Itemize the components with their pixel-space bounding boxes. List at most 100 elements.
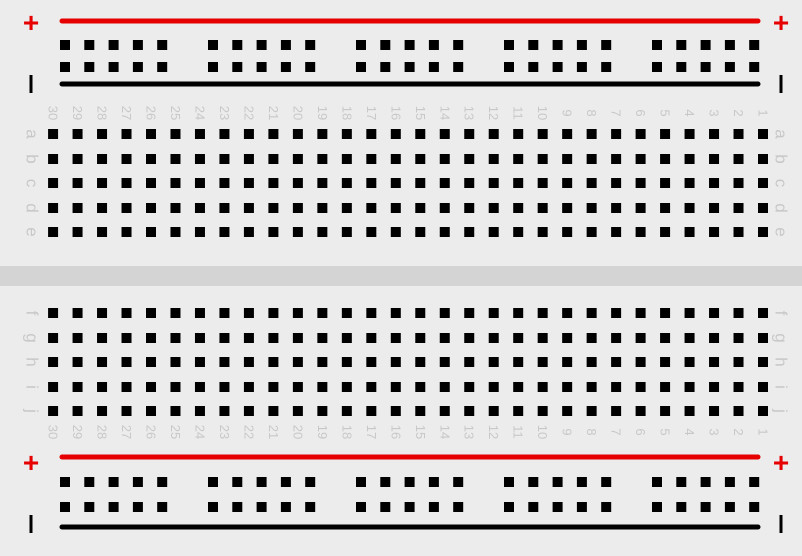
terminal-hole[interactable] (709, 227, 720, 237)
terminal-hole[interactable] (146, 129, 156, 139)
terminal-hole[interactable] (513, 203, 524, 213)
terminal-hole[interactable] (586, 308, 597, 318)
terminal-hole[interactable] (758, 357, 768, 367)
terminal-hole[interactable] (562, 227, 573, 237)
terminal-hole[interactable] (121, 357, 132, 367)
terminal-hole[interactable] (97, 357, 108, 367)
bottom-rail-hole[interactable] (380, 502, 391, 512)
bottom-rail-hole[interactable] (504, 502, 514, 512)
terminal-hole[interactable] (219, 178, 230, 188)
top-rail-hole[interactable] (724, 62, 735, 72)
terminal-hole[interactable] (709, 308, 720, 318)
bottom-rail-hole[interactable] (305, 477, 316, 487)
terminal-hole[interactable] (121, 154, 132, 164)
terminal-hole[interactable] (439, 406, 450, 416)
terminal-hole[interactable] (733, 154, 744, 164)
top-rail-hole[interactable] (280, 62, 291, 72)
terminal-hole[interactable] (72, 333, 83, 343)
terminal-hole[interactable] (390, 406, 401, 416)
terminal-hole[interactable] (513, 406, 524, 416)
terminal-hole[interactable] (439, 178, 450, 188)
top-rail-hole[interactable] (404, 40, 415, 50)
terminal-hole[interactable] (758, 178, 768, 188)
terminal-hole[interactable] (219, 308, 230, 318)
terminal-hole[interactable] (439, 129, 450, 139)
terminal-hole[interactable] (586, 382, 597, 392)
terminal-hole[interactable] (97, 406, 108, 416)
terminal-hole[interactable] (660, 357, 671, 367)
terminal-hole[interactable] (341, 308, 352, 318)
terminal-hole[interactable] (684, 154, 695, 164)
terminal-hole[interactable] (586, 129, 597, 139)
terminal-hole[interactable] (611, 129, 622, 139)
terminal-hole[interactable] (194, 178, 205, 188)
terminal-hole[interactable] (513, 308, 524, 318)
terminal-hole[interactable] (170, 382, 181, 392)
bottom-rail-hole[interactable] (232, 502, 243, 512)
terminal-hole[interactable] (194, 333, 205, 343)
terminal-hole[interactable] (464, 357, 475, 367)
terminal-hole[interactable] (758, 308, 768, 318)
bottom-rail-hole[interactable] (380, 477, 391, 487)
terminal-hole[interactable] (48, 129, 59, 139)
terminal-hole[interactable] (72, 129, 83, 139)
terminal-hole[interactable] (268, 357, 279, 367)
terminal-hole[interactable] (366, 333, 377, 343)
terminal-hole[interactable] (586, 203, 597, 213)
terminal-hole[interactable] (243, 227, 254, 237)
terminal-hole[interactable] (268, 406, 279, 416)
terminal-hole[interactable] (733, 178, 744, 188)
terminal-hole[interactable] (415, 382, 426, 392)
terminal-hole[interactable] (635, 308, 646, 318)
terminal-hole[interactable] (72, 203, 83, 213)
terminal-hole[interactable] (194, 308, 205, 318)
terminal-hole[interactable] (513, 382, 524, 392)
terminal-hole[interactable] (146, 406, 156, 416)
terminal-hole[interactable] (537, 178, 548, 188)
terminal-hole[interactable] (635, 178, 646, 188)
terminal-hole[interactable] (72, 227, 83, 237)
top-rail-hole[interactable] (305, 62, 316, 72)
terminal-hole[interactable] (415, 227, 426, 237)
terminal-hole[interactable] (660, 227, 671, 237)
bottom-rail-hole[interactable] (428, 477, 439, 487)
top-rail-hole[interactable] (528, 62, 539, 72)
terminal-hole[interactable] (48, 333, 59, 343)
terminal-hole[interactable] (439, 227, 450, 237)
bottom-rail-hole[interactable] (576, 477, 587, 487)
terminal-hole[interactable] (170, 333, 181, 343)
terminal-hole[interactable] (48, 227, 59, 237)
terminal-hole[interactable] (121, 382, 132, 392)
bottom-rail-hole[interactable] (280, 477, 291, 487)
terminal-hole[interactable] (390, 227, 401, 237)
bottom-rail-hole[interactable] (84, 502, 95, 512)
top-rail-hole[interactable] (232, 62, 243, 72)
terminal-hole[interactable] (611, 357, 622, 367)
top-rail-hole[interactable] (601, 62, 612, 72)
top-rail-hole[interactable] (157, 62, 168, 72)
top-rail-hole[interactable] (208, 40, 218, 50)
terminal-hole[interactable] (439, 308, 450, 318)
terminal-hole[interactable] (635, 406, 646, 416)
bottom-rail-hole[interactable] (232, 477, 243, 487)
terminal-hole[interactable] (611, 227, 622, 237)
bottom-rail-hole[interactable] (208, 477, 218, 487)
terminal-hole[interactable] (537, 308, 548, 318)
terminal-hole[interactable] (146, 154, 156, 164)
terminal-hole[interactable] (317, 382, 328, 392)
terminal-hole[interactable] (464, 406, 475, 416)
top-rail-hole[interactable] (84, 40, 95, 50)
top-rail-hole[interactable] (157, 40, 168, 50)
terminal-hole[interactable] (586, 154, 597, 164)
bottom-rail-hole[interactable] (552, 502, 563, 512)
bottom-rail-hole[interactable] (356, 477, 366, 487)
bottom-rail-hole[interactable] (157, 477, 168, 487)
bottom-rail-hole[interactable] (700, 502, 711, 512)
terminal-hole[interactable] (292, 129, 303, 139)
terminal-hole[interactable] (439, 154, 450, 164)
top-rail-hole[interactable] (504, 40, 514, 50)
terminal-hole[interactable] (219, 203, 230, 213)
terminal-hole[interactable] (611, 333, 622, 343)
terminal-hole[interactable] (194, 406, 205, 416)
bottom-rail-hole[interactable] (576, 502, 587, 512)
